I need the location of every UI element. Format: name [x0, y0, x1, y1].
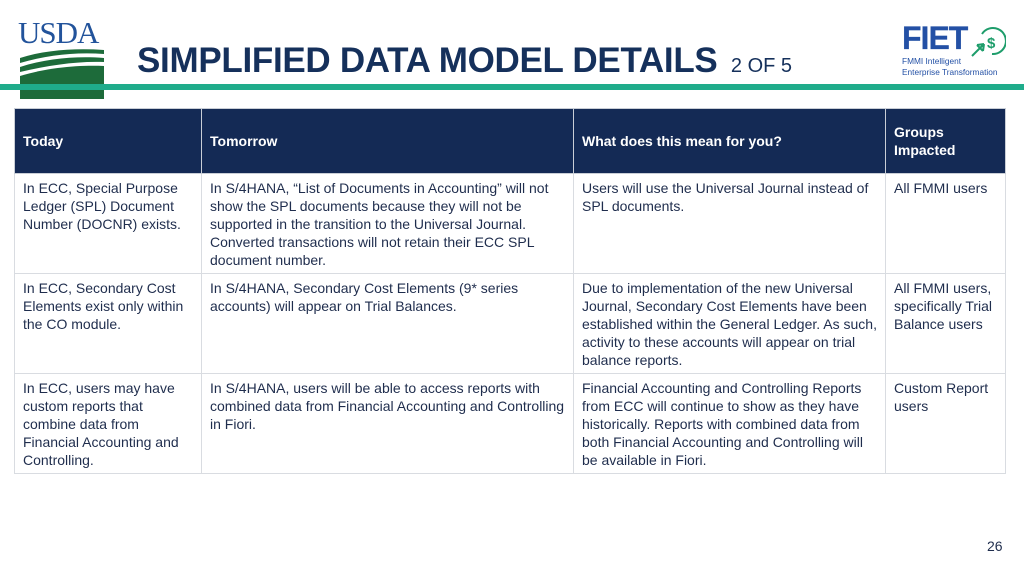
- cell-tomorrow: In S/4HANA, “List of Documents in Accoun…: [201, 173, 574, 274]
- fiet-subtitle-line2: Enterprise Transformation: [902, 67, 998, 77]
- cell-tomorrow: In S/4HANA, Secondary Cost Elements (9* …: [201, 273, 574, 374]
- cell-meaning: Users will use the Universal Journal ins…: [573, 173, 886, 274]
- cell-today: In ECC, Special Purpose Ledger (SPL) Doc…: [14, 173, 202, 274]
- cell-groups: All FMMI users: [885, 173, 1006, 274]
- fiet-subtitle-line1: FMMI Intelligent: [902, 56, 962, 66]
- cell-tomorrow: In S/4HANA, users will be able to access…: [201, 373, 574, 474]
- table-header-row: Today Tomorrow What does this mean for y…: [14, 108, 1006, 174]
- table-row: In ECC, Secondary Cost Elements exist on…: [14, 273, 1006, 374]
- cell-today: In ECC, users may have custom reports th…: [14, 373, 202, 474]
- data-model-table: Today Tomorrow What does this mean for y…: [14, 108, 1006, 474]
- fiet-logo-subtitle: FMMI Intelligent Enterprise Transformati…: [902, 56, 997, 78]
- svg-text:$: $: [987, 35, 996, 52]
- usda-logo-text: USDA: [18, 15, 99, 50]
- cell-groups: Custom Report users: [885, 373, 1006, 474]
- table-row: In ECC, users may have custom reports th…: [14, 373, 1006, 474]
- title-suffix: 2 OF 5: [730, 55, 793, 77]
- table-row: In ECC, Special Purpose Ledger (SPL) Doc…: [14, 173, 1006, 274]
- column-header-tomorrow: Tomorrow: [201, 108, 574, 174]
- cell-today: In ECC, Secondary Cost Elements exist on…: [14, 273, 202, 374]
- fiet-logo-word: FIET: [902, 20, 969, 56]
- column-header-meaning: What does this mean for you?: [573, 108, 886, 174]
- column-header-groups: Groups Impacted: [885, 108, 1006, 174]
- title-text: SIMPLIFIED DATA MODEL DETAILS: [137, 41, 718, 80]
- cell-meaning: Due to implementation of the new Univers…: [573, 273, 886, 374]
- usda-logo: USDA: [18, 16, 106, 99]
- usda-field-icon: [20, 49, 104, 99]
- page-title: SIMPLIFIED DATA MODEL DETAILS 2 OF 5: [137, 40, 792, 87]
- dollar-cursor-icon: $: [971, 27, 1006, 57]
- cell-groups: All FMMI users, specifically Trial Balan…: [885, 273, 1006, 374]
- page-number: 26: [987, 538, 1003, 554]
- cell-meaning: Financial Accounting and Controlling Rep…: [573, 373, 886, 474]
- column-header-today: Today: [14, 108, 202, 174]
- header-divider: [0, 84, 1024, 90]
- fiet-logo: FIET $ FMMI Intelligent Enterprise Trans…: [900, 22, 1010, 82]
